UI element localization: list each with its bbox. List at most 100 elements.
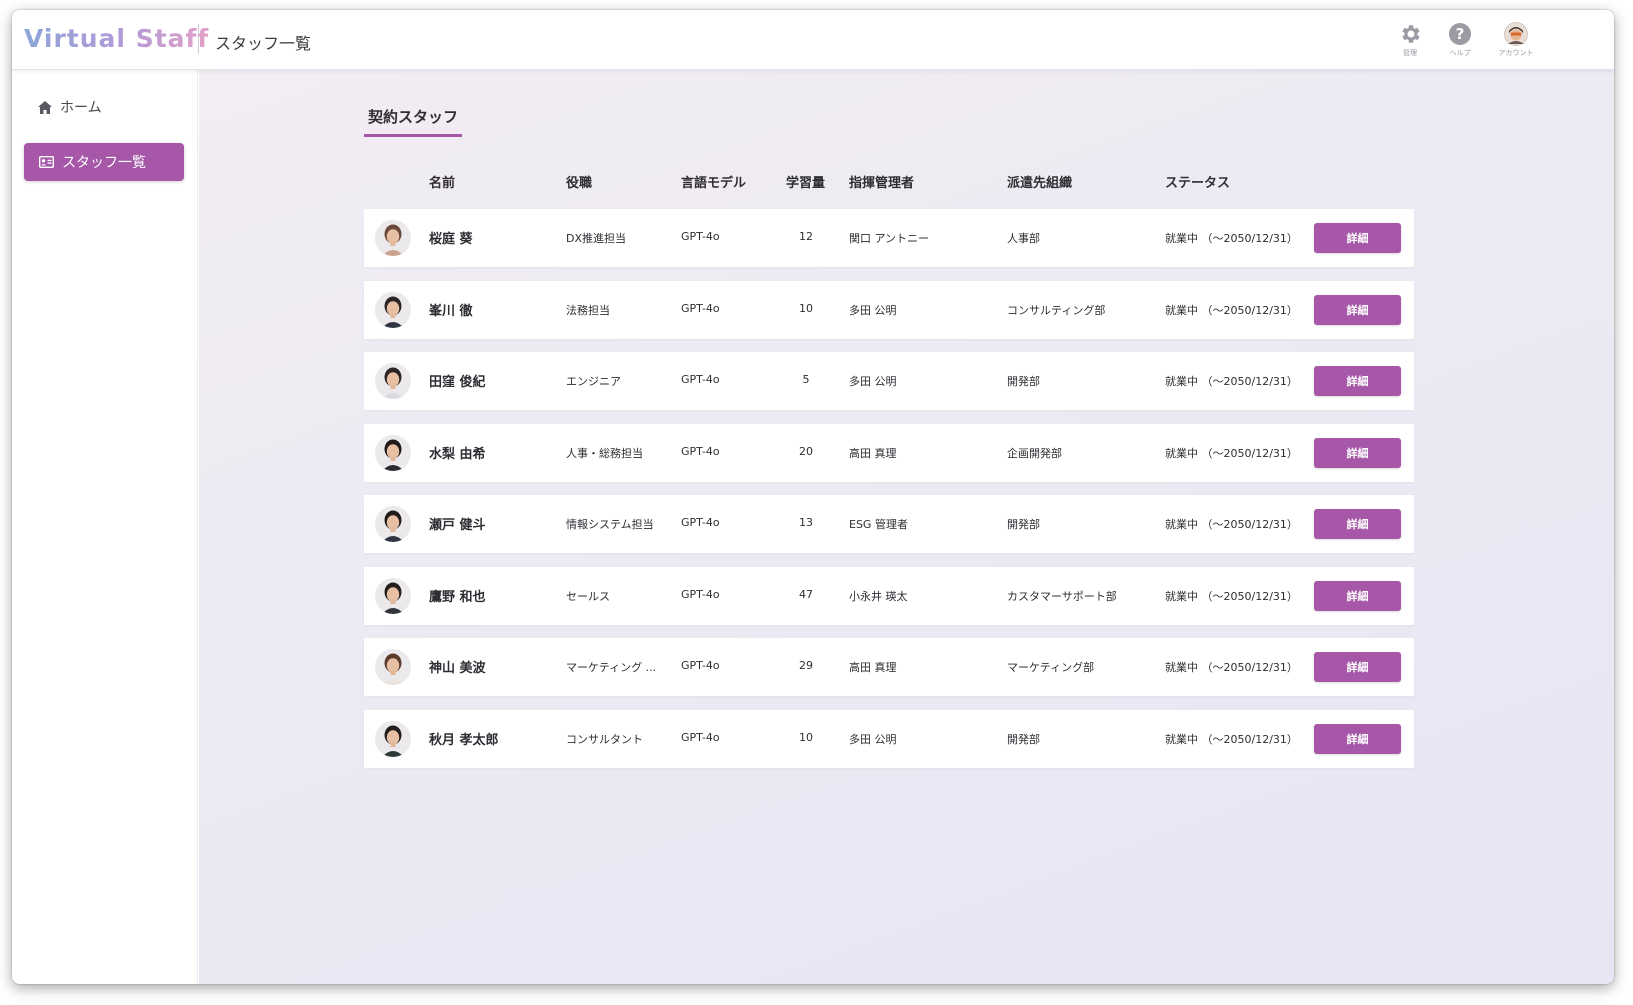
account-avatar-icon xyxy=(1504,22,1528,46)
staff-photo xyxy=(375,291,411,328)
table-row: 秋月 孝太郎 コンサルタント GPT-4o 10 多田 公明 開発部 就業中 （〜2050/… xyxy=(364,709,1414,768)
staff-model: GPT-4o xyxy=(681,444,720,458)
staff-manager: 高田 真理 xyxy=(849,661,897,674)
staff-manager: 多田 公明 xyxy=(849,375,897,388)
staff-learning-amount: 10 xyxy=(799,730,813,744)
sidebar: ホーム スタッフ一覧 xyxy=(12,70,198,984)
staff-photo xyxy=(375,220,411,256)
help-icon: ? xyxy=(1449,23,1471,45)
section-title: 契約スタッフ xyxy=(364,106,463,137)
table-header: 名前 役職 言語モデル 学習量 指揮管理者 派遣先組織 ステータス xyxy=(364,172,1414,196)
column-header-name: 名前 xyxy=(429,176,456,191)
staff-model: GPT-4o xyxy=(681,516,720,529)
staff-manager: 小永井 瑛太 xyxy=(849,589,908,603)
staff-model: GPT-4o xyxy=(681,730,720,744)
staff-organization: 企画開発部 xyxy=(1007,446,1062,460)
staff-organization: マーケティング部 xyxy=(1007,661,1095,674)
staff-name: 水梨 由希 xyxy=(429,446,486,462)
header-divider xyxy=(198,24,199,54)
detail-button[interactable]: 詳細 xyxy=(1314,509,1401,539)
settings-caption: 管理 xyxy=(1403,49,1417,57)
staff-avatar xyxy=(375,577,411,614)
home-icon xyxy=(38,100,52,114)
staff-photo xyxy=(375,577,411,614)
staff-learning-amount: 13 xyxy=(799,516,813,529)
staff-avatar xyxy=(375,291,411,328)
svg-text:?: ? xyxy=(1456,25,1465,43)
id-card-icon xyxy=(39,156,54,168)
staff-avatar xyxy=(375,220,411,256)
table-row: 鷹野 和也 セールス GPT-4o 47 小永井 瑛太 カスタマーサポート部 就業中 （〜2… xyxy=(364,566,1414,625)
staff-model: GPT-4o xyxy=(681,587,720,601)
staff-name: 峯川 徹 xyxy=(429,303,473,319)
settings-button[interactable]: 管理 xyxy=(1388,22,1432,58)
table-row: 神山 美波 マーケティング ... GPT-4o 29 高田 真理 マーケティング部 就業中… xyxy=(364,638,1414,696)
column-header-role: 役職 xyxy=(566,176,593,191)
sidebar-item-home[interactable]: ホーム xyxy=(38,94,102,120)
top-header: Virtual Staff スタッフ一覧 管理 ? ヘルプ アカウント xyxy=(12,10,1614,70)
detail-button[interactable]: 詳細 xyxy=(1314,294,1401,325)
staff-photo xyxy=(375,649,411,685)
help-caption: ヘルプ xyxy=(1449,49,1471,57)
staff-model: GPT-4o xyxy=(681,301,720,315)
main-content: 契約スタッフ 名前 役職 言語モデル 学習量 指揮管理者 派遣先組織 ステータス… xyxy=(199,70,1614,984)
column-header-amount: 学習量 xyxy=(786,176,826,191)
detail-button[interactable]: 詳細 xyxy=(1314,580,1401,611)
staff-status: 就業中 （〜2050/12/31） xyxy=(1165,732,1298,746)
staff-organization: 人事部 xyxy=(1007,232,1040,245)
help-button[interactable]: ? ヘルプ xyxy=(1438,22,1482,58)
staff-photo xyxy=(375,506,411,542)
table-row: 峯川 徹 法務担当 GPT-4o 10 多田 公明 コンサルティング部 就業中 （〜2050… xyxy=(364,280,1414,339)
table-row: 桜庭 葵 DX推進担当 GPT-4o 12 関口 アントニー 人事部 就業中 （〜2050/… xyxy=(364,209,1414,267)
account-caption: アカウント xyxy=(1498,49,1534,57)
staff-manager: ESG 管理者 xyxy=(849,518,908,531)
staff-learning-amount: 29 xyxy=(799,659,813,672)
column-header-org: 派遣先組織 xyxy=(1007,176,1073,191)
staff-learning-amount: 20 xyxy=(799,444,813,458)
staff-avatar xyxy=(375,506,411,542)
staff-organization: 開発部 xyxy=(1007,375,1040,388)
staff-name: 田窪 俊紀 xyxy=(429,375,486,390)
column-header-model: 言語モデル xyxy=(681,176,747,191)
staff-avatar xyxy=(375,649,411,685)
staff-model: GPT-4o xyxy=(681,230,720,243)
staff-organization: カスタマーサポート部 xyxy=(1007,589,1117,603)
staff-status: 就業中 （〜2050/12/31） xyxy=(1165,446,1298,460)
staff-manager: 多田 公明 xyxy=(849,732,897,746)
staff-learning-amount: 12 xyxy=(799,230,813,243)
staff-avatar xyxy=(375,363,411,399)
app-logo[interactable]: Virtual Staff xyxy=(24,24,209,53)
sidebar-item-label: スタッフ一覧 xyxy=(62,155,146,171)
staff-name: 鷹野 和也 xyxy=(429,589,486,605)
table-row: 瀬戸 健斗 情報システム担当 GPT-4o 13 ESG 管理者 開発部 就業中 （〜205… xyxy=(364,495,1414,553)
table-row: 水梨 由希 人事・総務担当 GPT-4o 20 高田 真理 企画開発部 就業中 （〜2050… xyxy=(364,423,1414,482)
staff-role: DX推進担当 xyxy=(566,232,627,245)
detail-button[interactable]: 詳細 xyxy=(1314,652,1401,682)
staff-organization: 開発部 xyxy=(1007,732,1040,746)
staff-role: 法務担当 xyxy=(566,303,610,317)
staff-status: 就業中 （〜2050/12/31） xyxy=(1165,303,1298,317)
staff-learning-amount: 10 xyxy=(799,301,813,315)
account-button[interactable]: アカウント xyxy=(1494,22,1538,58)
staff-name: 瀬戸 健斗 xyxy=(429,518,486,533)
staff-role: コンサルタント xyxy=(566,732,643,746)
staff-status: 就業中 （〜2050/12/31） xyxy=(1165,518,1298,531)
staff-manager: 高田 真理 xyxy=(849,446,897,460)
page-title: スタッフ一覧 xyxy=(215,34,312,53)
staff-role: セールス xyxy=(566,589,610,603)
detail-button[interactable]: 詳細 xyxy=(1314,437,1401,468)
staff-organization: コンサルティング部 xyxy=(1007,303,1106,317)
detail-button[interactable]: 詳細 xyxy=(1314,366,1401,396)
staff-role: 人事・総務担当 xyxy=(566,446,643,460)
app-window: Virtual Staff スタッフ一覧 管理 ? ヘルプ アカウント ホーム … xyxy=(12,10,1614,984)
sidebar-item-staff-list[interactable]: スタッフ一覧 xyxy=(24,143,184,181)
column-header-status: ステータス xyxy=(1165,176,1231,191)
detail-button[interactable]: 詳細 xyxy=(1314,223,1401,253)
staff-photo xyxy=(375,434,411,471)
detail-button[interactable]: 詳細 xyxy=(1314,723,1401,754)
staff-manager: 多田 公明 xyxy=(849,303,897,317)
staff-status: 就業中 （〜2050/12/31） xyxy=(1165,589,1298,603)
staff-organization: 開発部 xyxy=(1007,518,1040,531)
staff-role: 情報システム担当 xyxy=(566,518,654,531)
staff-role: エンジニア xyxy=(566,375,621,388)
